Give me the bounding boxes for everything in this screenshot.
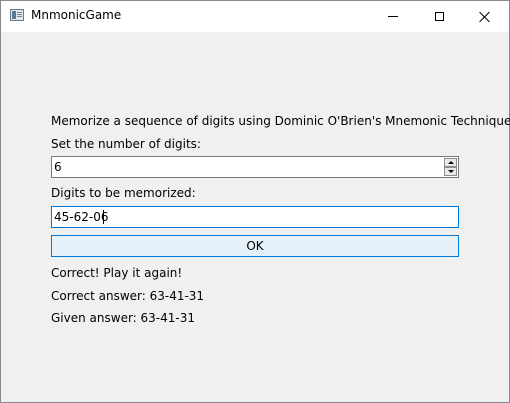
- correct-answer-text: Correct answer: 63-41-31: [51, 289, 205, 303]
- close-icon: [479, 11, 491, 23]
- minimize-button[interactable]: [370, 1, 416, 32]
- increment-button[interactable]: [444, 158, 457, 167]
- digit-count-value[interactable]: 6: [54, 160, 62, 174]
- spinner: [444, 158, 457, 176]
- intro-text: Memorize a sequence of digits using Domi…: [51, 114, 510, 128]
- digit-count-label: Set the number of digits:: [51, 137, 201, 151]
- ok-button[interactable]: OK: [51, 235, 459, 257]
- digits-input[interactable]: 45-62-06: [51, 206, 459, 228]
- result-message: Correct! Play it again!: [51, 266, 183, 280]
- given-answer-text: Given answer: 63-41-31: [51, 311, 195, 325]
- digit-count-stepper[interactable]: 6: [51, 156, 459, 178]
- minimize-icon: [388, 16, 398, 17]
- arrow-down-icon: [448, 170, 454, 173]
- decrement-button[interactable]: [444, 167, 457, 176]
- digits-input-value[interactable]: 45-62-06: [54, 210, 108, 224]
- arrow-up-icon: [448, 161, 454, 164]
- digits-label: Digits to be memorized:: [51, 186, 196, 200]
- maximize-button[interactable]: [416, 1, 462, 32]
- window-title: MnmonicGame: [31, 8, 122, 22]
- close-button[interactable]: [462, 1, 508, 32]
- text-caret: [103, 210, 104, 224]
- title-bar[interactable]: MnmonicGame: [1, 1, 509, 32]
- main-window: MnmonicGame Memorize a sequence of digit…: [0, 0, 510, 403]
- app-window-icon: [10, 9, 24, 21]
- maximize-icon: [434, 12, 444, 21]
